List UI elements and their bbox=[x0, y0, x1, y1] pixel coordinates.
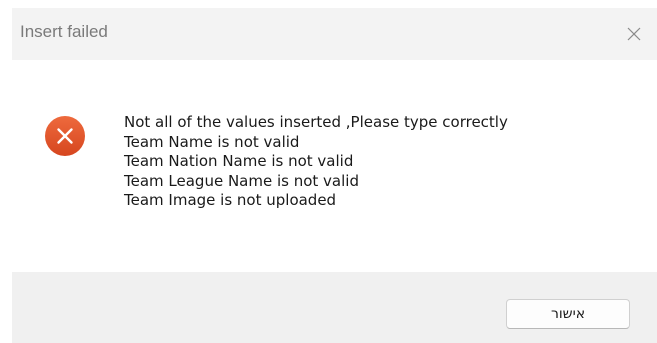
dialog-title: Insert failed bbox=[20, 22, 108, 41]
insert-failed-dialog: Insert failed Not all of the values inse… bbox=[12, 8, 657, 343]
ok-button[interactable]: אישור bbox=[506, 299, 630, 329]
message-line: Not all of the values inserted ,Please t… bbox=[124, 113, 508, 131]
error-icon bbox=[45, 116, 85, 156]
error-message: Not all of the values inserted ,Please t… bbox=[124, 113, 508, 211]
dialog-content: Not all of the values inserted ,Please t… bbox=[12, 60, 657, 272]
close-button[interactable] bbox=[611, 8, 657, 60]
message-line: Team Image is not uploaded bbox=[124, 191, 337, 209]
title-bar: Insert failed bbox=[12, 8, 657, 60]
message-line: Team Nation Name is not valid bbox=[124, 152, 354, 170]
message-line: Team Name is not valid bbox=[124, 132, 300, 151]
message-line: Team League Name is not valid bbox=[124, 171, 359, 190]
close-icon bbox=[627, 27, 641, 41]
dialog-footer: אישור bbox=[12, 272, 657, 343]
